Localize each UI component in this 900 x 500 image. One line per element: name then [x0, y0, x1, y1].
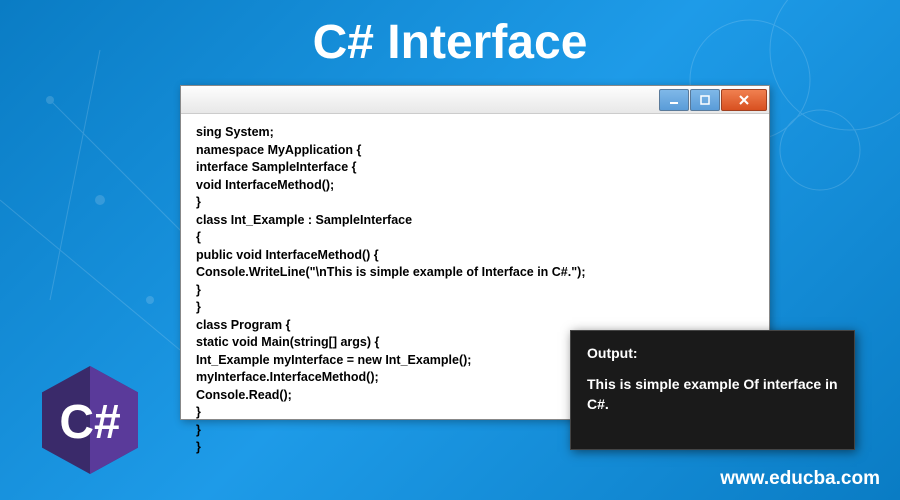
window-titlebar: [181, 86, 769, 114]
output-text: This is simple example Of interface in C…: [587, 375, 838, 414]
output-label: Output:: [587, 345, 838, 361]
output-panel: Output: This is simple example Of interf…: [570, 330, 855, 450]
csharp-logo: C#: [30, 360, 150, 480]
close-icon: [738, 94, 750, 106]
website-url: www.educba.com: [720, 468, 880, 490]
minimize-button[interactable]: [659, 89, 689, 111]
maximize-icon: [700, 95, 710, 105]
svg-text:C#: C#: [59, 396, 120, 449]
page-title: C# Interface: [0, 0, 900, 70]
minimize-icon: [669, 95, 679, 105]
close-button[interactable]: [721, 89, 767, 111]
maximize-button[interactable]: [690, 89, 720, 111]
